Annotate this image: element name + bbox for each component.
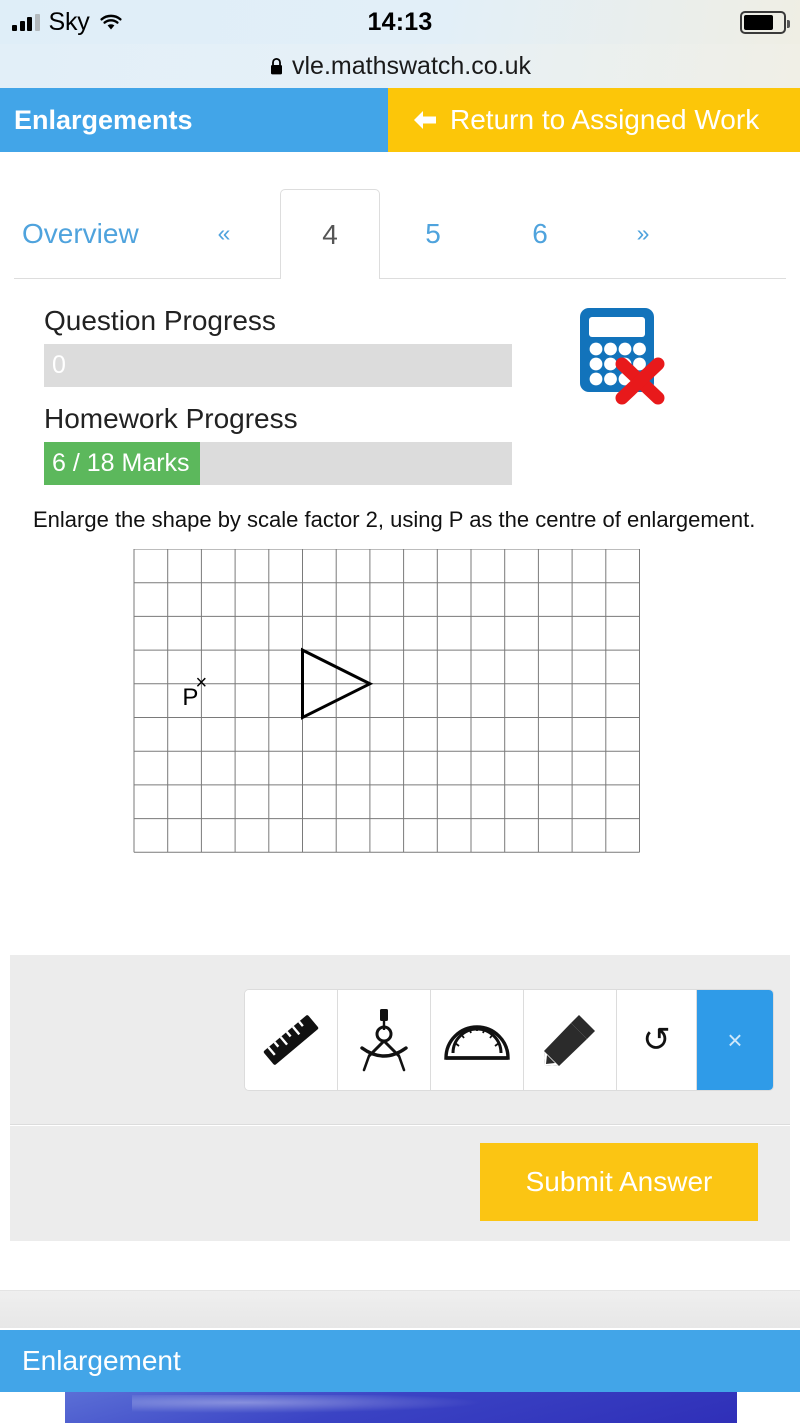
question-text: Enlarge the shape by scale factor 2, usi…	[33, 507, 756, 532]
question-progress-bar: 0	[44, 344, 512, 387]
answer-canvas[interactable]: × P	[0, 549, 800, 909]
page-title: Enlargements	[0, 88, 388, 152]
protractor-tool-button[interactable]	[431, 990, 524, 1090]
browser-url-bar[interactable]: vle.mathswatch.co.uk	[0, 44, 800, 88]
arrow-left-icon	[414, 111, 436, 129]
wifi-icon	[99, 14, 122, 30]
centre-point-label: P	[182, 684, 198, 711]
phone-screen: Sky 14:13 vle.mathswatch.co.uk Enlargeme…	[0, 0, 800, 1423]
ruler-icon	[263, 1015, 319, 1065]
clock-label: 14:13	[367, 7, 433, 36]
status-bar-right	[540, 10, 800, 34]
question-progress-label: Question Progress	[44, 305, 276, 336]
tab-question-5[interactable]: 5	[398, 189, 468, 278]
pencil-tool-button[interactable]	[524, 990, 617, 1090]
calculator-not-allowed-icon	[580, 308, 665, 405]
battery-icon	[740, 10, 790, 34]
submit-answer-button[interactable]: Submit Answer	[480, 1143, 758, 1221]
return-to-assigned-work-button[interactable]: Return to Assigned Work	[388, 88, 800, 152]
enlargement-grid[interactable]: ×P	[0, 549, 800, 909]
tool-panel: ↺ ×	[10, 955, 790, 1125]
return-label: Return to Assigned Work	[450, 104, 760, 135]
pencil-icon	[544, 1015, 595, 1066]
signal-bars-icon	[12, 13, 40, 31]
tab-question-4[interactable]: 4	[280, 189, 380, 279]
video-section-title: Enlargement	[0, 1330, 800, 1392]
ios-status-bar: Sky 14:13	[0, 0, 800, 44]
close-toolbar-button[interactable]: ×	[697, 990, 773, 1090]
undo-button[interactable]: ↺	[617, 990, 697, 1090]
tab-overview[interactable]: Overview	[22, 189, 162, 278]
homework-progress-label: Homework Progress	[44, 403, 298, 434]
section-divider	[0, 1290, 800, 1328]
homework-progress-bar: 6 / 18 Marks	[44, 442, 512, 485]
compass-icon	[360, 1009, 408, 1072]
homework-progress-value: 6 / 18 Marks	[52, 449, 190, 477]
url-text: vle.mathswatch.co.uk	[292, 51, 531, 80]
lock-icon	[271, 57, 282, 74]
question-progress-value: 0	[52, 351, 66, 379]
tab-next-page[interactable]: »	[615, 189, 671, 278]
video-thumbnail[interactable]	[65, 1392, 737, 1423]
ruler-tool-button[interactable]	[245, 990, 338, 1090]
app-header: Enlargements Return to Assigned Work	[0, 88, 800, 152]
protractor-icon	[444, 1025, 510, 1060]
question-body: Question Progress 0 Homework Progress 6 …	[0, 279, 800, 909]
tab-prev-page[interactable]: «	[196, 189, 252, 278]
carrier-label: Sky	[48, 7, 90, 36]
question-tab-bar: Overview « 4 5 6 »	[0, 152, 800, 279]
submit-panel: Submit Answer	[10, 1126, 790, 1241]
tab-question-6[interactable]: 6	[505, 189, 575, 278]
progress-block: Question Progress 0 Homework Progress 6 …	[0, 279, 800, 485]
tool-strip: ↺ ×	[244, 989, 774, 1091]
compass-tool-button[interactable]	[338, 990, 431, 1090]
status-bar-left: Sky	[0, 8, 260, 37]
